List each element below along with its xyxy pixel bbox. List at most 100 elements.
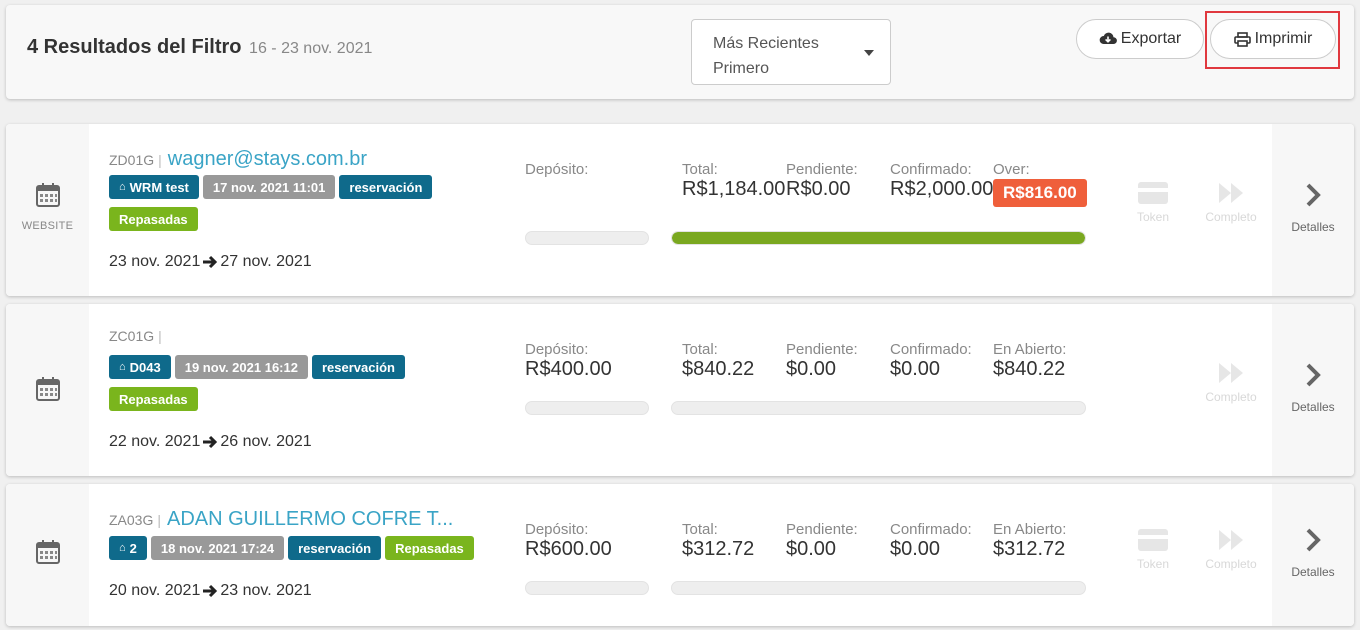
details-label: Detalles [1291, 220, 1335, 234]
over-amount-badge: R$816.00 [993, 179, 1087, 207]
credit-card-icon [1138, 182, 1168, 204]
reservation-card[interactable]: ZA03G | ADAN GUILLERMO COFRE T... ⌂ 2 18 … [6, 484, 1354, 626]
deposit-label: Depósito: [525, 341, 589, 358]
listing-tag[interactable]: ⌂ D043 [109, 355, 171, 379]
calendar-icon [36, 183, 60, 207]
checkout-date: 26 nov. 2021 [220, 433, 312, 450]
details-button[interactable]: Detalles [1272, 484, 1354, 626]
deposit-label: Depósito: [525, 521, 589, 538]
caret-down-icon [864, 50, 874, 56]
total-label: Total: [682, 161, 718, 178]
confirmed-value: $0.00 [890, 538, 941, 560]
checkin-date: 23 nov. 2021 [109, 253, 201, 270]
home-icon: ⌂ [119, 181, 126, 193]
complete-action[interactable]: Completo [1191, 360, 1271, 404]
pending-label: Pendiente: [786, 161, 858, 178]
confirmed-value: R$2,000.00 [890, 178, 994, 200]
source-column: WEBSITE [6, 124, 89, 296]
tag-row: ⌂ D043 19 nov. 2021 16:12 reservación [109, 355, 405, 379]
deposit-progress-bar [525, 401, 649, 415]
deposit-value: R$400.00 [525, 358, 612, 380]
listing-tag[interactable]: ⌂ WRM test [109, 175, 199, 199]
fast-forward-icon [1219, 530, 1243, 550]
printer-icon [1233, 31, 1251, 47]
token-label: Token [1136, 210, 1170, 224]
chevron-right-icon [1306, 528, 1321, 552]
source-column [6, 304, 89, 476]
listing-tag[interactable]: ⌂ 2 [109, 536, 147, 560]
created-date-tag: 17 nov. 2021 11:01 [202, 175, 336, 199]
details-button[interactable]: Detalles [1272, 124, 1354, 296]
created-date-tag: 18 nov. 2021 17:24 [150, 536, 285, 560]
chevron-right-icon [1306, 363, 1321, 387]
payment-progress-fill [672, 232, 1085, 244]
open-label: En Abierto: [993, 521, 1067, 538]
reservation-type-tag: reservación [311, 355, 405, 379]
reservation-id-line: ZD01G | wagner@stays.com.br [109, 148, 367, 171]
deposit-progress-bar [525, 231, 649, 245]
pending-label: Pendiente: [786, 521, 858, 538]
pending-label: Pendiente: [786, 341, 858, 358]
guest-name-link[interactable]: wagner@stays.com.br [168, 148, 367, 171]
deposit-value: R$600.00 [525, 538, 612, 560]
details-button[interactable]: Detalles [1272, 304, 1354, 476]
total-value: $312.72 [682, 538, 755, 560]
stay-dates: 22 nov. 2021 26 nov. 2021 [109, 433, 312, 451]
payment-progress-bar [671, 231, 1086, 245]
reservation-card[interactable]: WEBSITE ZD01G | wagner@stays.com.br ⌂ WRM… [6, 124, 1354, 296]
token-label: Token [1136, 557, 1170, 571]
calendar-icon [36, 377, 60, 401]
results-date-range: 16 - 23 nov. 2021 [249, 40, 373, 57]
print-label: Imprimir [1254, 30, 1313, 47]
sort-order-select[interactable]: Más Recientes Primero [691, 19, 891, 85]
total-label: Total: [682, 521, 718, 538]
guest-name-link[interactable]: ADAN GUILLERMO COFRE T... [167, 508, 453, 531]
reservation-code: ZD01G [109, 152, 155, 168]
checkin-date: 20 nov. 2021 [109, 582, 201, 599]
complete-action[interactable]: Completo [1191, 527, 1271, 571]
reservation-card[interactable]: ZC01G | ⌂ D043 19 nov. 2021 16:12 reserva… [6, 304, 1354, 476]
tag-row-2: Repasadas [109, 207, 198, 231]
complete-action[interactable]: Completo [1191, 180, 1271, 224]
deposit-progress-bar [525, 581, 649, 595]
total-value: R$1,184.00 [682, 178, 786, 200]
source-column [6, 484, 89, 626]
reservation-id-line: ZC01G | [109, 328, 168, 344]
fast-forward-icon [1219, 363, 1243, 383]
total-label: Total: [682, 341, 718, 358]
reservation-type-tag: reservación [339, 175, 433, 199]
tag-row: ⌂ WRM test 17 nov. 2021 11:01 reservación [109, 175, 433, 199]
code-separator: | [158, 152, 162, 168]
details-label: Detalles [1291, 400, 1335, 414]
open-value: $840.22 [993, 358, 1066, 380]
print-button[interactable]: Imprimir [1210, 19, 1336, 59]
arrow-right-icon [203, 584, 218, 598]
tag-row: ⌂ 2 18 nov. 2021 17:24 reservación Repasa… [109, 536, 474, 560]
open-label: En Abierto: [993, 341, 1067, 358]
home-icon: ⌂ [119, 361, 126, 373]
fast-forward-icon [1219, 183, 1243, 203]
sort-order-value: Más Recientes Primero [713, 35, 819, 77]
confirmed-label: Confirmado: [890, 341, 972, 358]
confirmed-label: Confirmado: [890, 161, 972, 178]
token-action[interactable]: Token [1113, 527, 1193, 571]
open-value: $312.72 [993, 538, 1066, 560]
pending-value: $0.00 [786, 358, 837, 380]
reservation-type-tag: reservación [288, 536, 382, 560]
cloud-download-icon [1099, 32, 1117, 44]
home-icon: ⌂ [119, 542, 126, 554]
over-label: Over: [993, 161, 1030, 178]
arrow-right-icon [203, 435, 218, 449]
export-button[interactable]: Exportar [1076, 19, 1204, 59]
token-action[interactable]: Token [1113, 180, 1193, 224]
reservation-id-line: ZA03G | ADAN GUILLERMO COFRE T... [109, 508, 453, 531]
complete-label: Completo [1205, 210, 1257, 224]
payment-progress-bar [671, 581, 1086, 595]
tag-row-2: Repasadas [109, 387, 198, 411]
arrow-right-icon [203, 255, 218, 269]
listing-label: D043 [129, 359, 161, 375]
stay-dates: 23 nov. 2021 27 nov. 2021 [109, 253, 312, 271]
total-value: $840.22 [682, 358, 755, 380]
complete-label: Completo [1205, 557, 1257, 571]
created-date-tag: 19 nov. 2021 16:12 [174, 355, 308, 379]
